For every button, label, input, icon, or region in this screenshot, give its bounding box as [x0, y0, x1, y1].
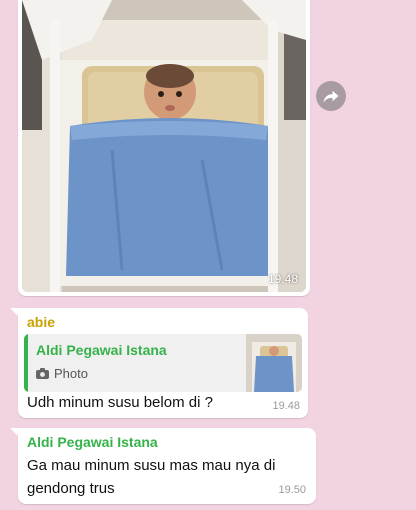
quoted-media-label: Photo	[54, 366, 88, 381]
sender-name: Aldi Pegawai Istana	[27, 434, 158, 450]
photo-image[interactable]: 19.48	[22, 0, 306, 292]
text-message[interactable]: Aldi Pegawai Istana Ga mau minum susu ma…	[18, 428, 316, 504]
quoted-sender-name: Aldi Pegawai Istana	[36, 342, 167, 358]
message-text: Ga mau minum susu mas mau nya di gendong…	[27, 457, 276, 497]
quoted-message[interactable]: Aldi Pegawai Istana Photo	[24, 334, 302, 392]
baby-in-crib-photo	[22, 0, 306, 292]
message-timestamp: 19.48	[272, 400, 300, 412]
message-text: Udh minum susu belom di ?	[27, 394, 213, 411]
message-timestamp: 19.50	[278, 484, 306, 496]
photo-timestamp: 19.48	[267, 272, 298, 286]
quoted-photo-thumbnail	[246, 334, 302, 392]
camera-icon	[36, 368, 49, 379]
quoted-media-type: Photo	[36, 366, 88, 381]
reply-message[interactable]: abie Aldi Pegawai Istana Photo Udh minum…	[18, 308, 308, 418]
photo-message[interactable]: 19.48	[18, 0, 310, 296]
quote-accent-bar	[24, 334, 28, 392]
forward-button[interactable]	[316, 81, 346, 111]
forward-arrow-icon	[323, 90, 339, 103]
sender-name: abie	[27, 314, 56, 330]
